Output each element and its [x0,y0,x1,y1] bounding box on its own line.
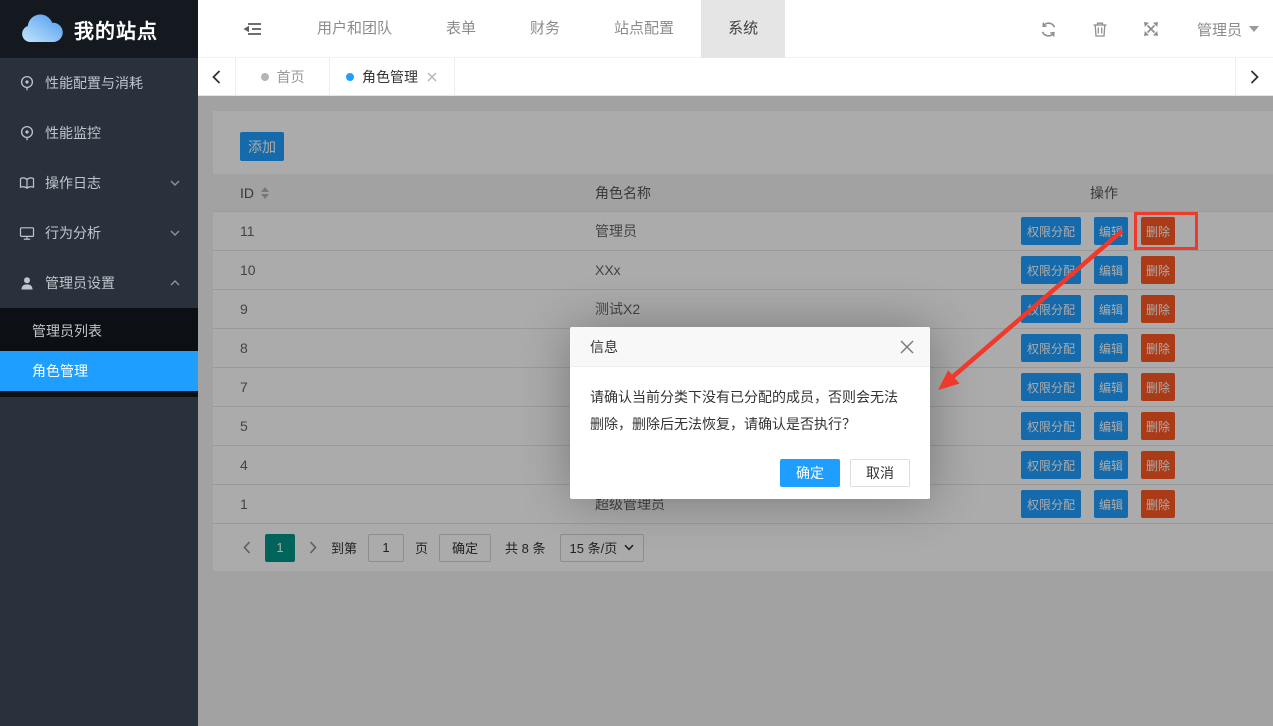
refresh-icon[interactable] [1040,20,1058,38]
admin-settings-submenu: 管理员列表 角色管理 [0,308,198,397]
dialog-buttons: 确定 取消 [780,459,910,487]
tab-close-icon[interactable] [426,71,438,83]
dialog-titlebar: 信息 [570,327,930,367]
app-window: 我的站点 性能配置与消耗 性能监控 [0,0,1273,726]
subitem-label: 管理员列表 [32,321,102,341]
top-menu: 用户和团队 表单 财务 站点配置 系统 [290,0,785,58]
tab-role-management[interactable]: 角色管理 [330,58,455,95]
dialog-close-icon[interactable] [898,338,916,356]
monitor-icon [19,225,35,241]
tab-home[interactable]: 首页 [236,58,330,95]
top-menu-forms[interactable]: 表单 [419,0,503,58]
dialog-cancel-button[interactable]: 取消 [850,459,910,487]
sidebar-item-performance-config[interactable]: 性能配置与消耗 [0,58,198,108]
top-menu-system[interactable]: 系统 [701,0,785,58]
main-content: 添加 ID 角色名称 操作 11 管理员 权限分配 编辑 删 [198,96,1273,726]
chevron-down-icon [170,229,180,237]
tab-label: 角色管理 [362,67,418,87]
sidebar-item-performance-monitor[interactable]: 性能监控 [0,108,198,158]
topbar-right: 管理员 [1040,0,1259,58]
logo-bar: 我的站点 [0,0,198,58]
sidebar-item-operation-log[interactable]: 操作日志 [0,158,198,208]
sidebar-item-label: 性能监控 [45,123,180,143]
chevron-down-icon [170,179,180,187]
subitem-label: 角色管理 [32,361,88,381]
sidebar-item-label: 操作日志 [45,173,170,193]
sidebar-item-admin-settings[interactable]: 管理员设置 [0,258,198,308]
sidebar-subitem-role-management[interactable]: 角色管理 [0,351,198,391]
tabbar: 首页 角色管理 [198,58,1273,96]
sidebar-item-label: 行为分析 [45,223,170,243]
sidebar-subitem-admin-list[interactable]: 管理员列表 [0,311,198,351]
book-icon [19,175,35,191]
tab-dot [261,73,269,81]
top-menu-users-teams[interactable]: 用户和团队 [290,0,419,58]
collapse-menu-icon[interactable] [234,0,270,58]
user-menu[interactable]: 管理员 [1193,19,1259,40]
dialog-ok-button[interactable]: 确定 [780,459,840,487]
fullscreen-icon[interactable] [1142,20,1160,38]
sidebar-item-label: 性能配置与消耗 [45,73,180,93]
dialog-title: 信息 [590,337,618,357]
trash-icon[interactable] [1091,20,1109,38]
dialog-message: 请确认当前分类下没有已分配的成员，否则会无法删除，删除后无法恢复，请确认是否执行… [570,367,930,438]
broadcast-icon [19,125,35,141]
topbar: 用户和团队 表单 财务 站点配置 系统 [198,0,1273,58]
tab-label: 首页 [277,67,305,87]
cloud-icon [18,12,64,46]
confirm-dialog: 信息 请确认当前分类下没有已分配的成员，否则会无法删除，删除后无法恢复，请确认是… [570,327,930,499]
broadcast-icon [19,75,35,91]
tabs-scroll-right-icon[interactable] [1235,58,1273,95]
caret-down-icon [1249,26,1259,32]
tab-dot [346,73,354,81]
top-menu-finance[interactable]: 财务 [503,0,587,58]
top-menu-site-config[interactable]: 站点配置 [587,0,701,58]
user-icon [19,275,35,291]
sidebar-item-behavior-analysis[interactable]: 行为分析 [0,208,198,258]
sidebar: 我的站点 性能配置与消耗 性能监控 [0,0,198,726]
sidebar-item-label: 管理员设置 [45,273,170,293]
chevron-up-icon [170,279,180,287]
user-name: 管理员 [1197,19,1242,40]
tabs-scroll-left-icon[interactable] [198,58,236,95]
app-title: 我的站点 [74,15,158,44]
